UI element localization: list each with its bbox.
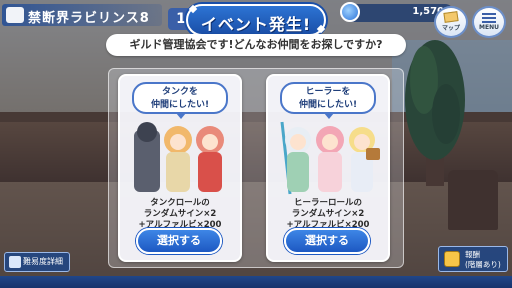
option-reward: タンクロールの ランダムサイン×2 +アルファルビ×200 xyxy=(120,198,240,231)
option-speech-bubble: タンクを 仲間にしたい! xyxy=(132,82,228,119)
event-question: ギルド管理協会です!どんなお仲間をお探しですか? xyxy=(106,34,406,56)
menu-label: MENU xyxy=(479,24,499,31)
bubble-line: 仲間にしたい! xyxy=(298,100,358,110)
reward-line: タンクロールの xyxy=(150,198,210,208)
bottom-bar xyxy=(0,276,512,288)
reward-button[interactable]: 報酬 (階層あり) xyxy=(438,246,508,272)
reward-label: 報酬 xyxy=(465,250,480,259)
event-banner: イベント発生! xyxy=(186,4,326,36)
reward-line: ランダムサイン×2 xyxy=(143,209,217,219)
select-tank-button[interactable]: 選択する xyxy=(136,228,222,254)
healer-characters-illustration xyxy=(280,121,380,195)
map-icon xyxy=(443,11,459,23)
reward-sublabel: (階層あり) xyxy=(465,260,501,269)
reward-line: ランダムサイン×2 xyxy=(291,209,365,219)
book-icon xyxy=(6,7,24,23)
tank-characters-illustration xyxy=(134,122,224,192)
option-reward: ヒーラーロールの ランダムサイン×2 +アルファルビ×200 xyxy=(268,198,388,231)
treasure-chest-icon xyxy=(444,251,460,267)
difficulty-detail-label: 難易度詳細 xyxy=(23,257,63,266)
location-header: 禁断界ラビリンス8 xyxy=(2,4,162,26)
location-title: 禁断界ラビリンス8 xyxy=(28,11,150,26)
select-healer-button[interactable]: 選択する xyxy=(284,228,370,254)
bubble-line: ヒーラーを xyxy=(305,87,351,97)
difficulty-detail-button[interactable]: 難易度詳細 xyxy=(4,252,70,272)
bubble-line: 仲間にしたい! xyxy=(150,100,210,110)
map-button[interactable]: マップ xyxy=(434,6,468,38)
option-speech-bubble: ヒーラーを 仲間にしたい! xyxy=(280,82,376,119)
option-card-healer[interactable]: ヒーラーを 仲間にしたい! ヒーラーロールの ランダムサイン×2 +アルファルビ… xyxy=(266,74,390,262)
option-card-tank[interactable]: タンクを 仲間にしたい! タンクロールの ランダムサイン×2 +アルファルビ×2… xyxy=(118,74,242,262)
map-label: マップ xyxy=(441,25,460,32)
jewel-icon xyxy=(340,2,360,22)
event-banner-title: イベント発生! xyxy=(200,15,312,34)
reward-line: ヒーラーロールの xyxy=(293,198,362,208)
menu-button[interactable]: MENU xyxy=(472,6,506,38)
bubble-line: タンクを xyxy=(161,87,198,97)
info-icon xyxy=(9,256,21,268)
hamburger-icon xyxy=(482,13,496,23)
